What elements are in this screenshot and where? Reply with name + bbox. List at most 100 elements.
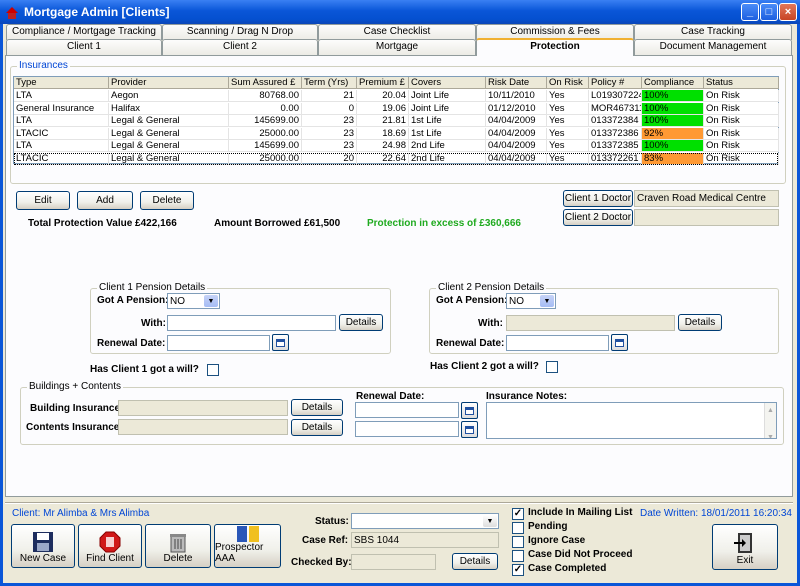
grid-header-cell[interactable]: Sum Assured £ (229, 77, 302, 89)
table-cell[interactable]: 013372386 (589, 127, 642, 140)
add-button[interactable]: Add (77, 191, 133, 210)
tab-scanning[interactable]: Scanning / Drag N Drop (162, 24, 318, 40)
client1-doctor-button[interactable]: Client 1 Doctor (563, 190, 633, 207)
case-option-checkbox[interactable]: ✓ (512, 508, 524, 520)
grid-header-cell[interactable]: Status (704, 77, 779, 89)
compliance-cell[interactable]: 100% (642, 90, 704, 102)
building-insurance-input[interactable] (118, 400, 288, 416)
table-cell[interactable]: General Insurance (14, 102, 109, 115)
table-cell[interactable]: Yes (547, 102, 589, 115)
table-cell[interactable]: LTA (14, 140, 109, 152)
calendar-icon[interactable] (461, 402, 478, 419)
client2-pension-details-button[interactable]: Details (678, 314, 722, 331)
table-cell[interactable]: 18.69 (357, 127, 409, 140)
client2-doctor-button[interactable]: Client 2 Doctor (563, 209, 633, 226)
exit-button[interactable]: Exit (712, 524, 778, 570)
table-cell[interactable]: 2nd Life (409, 140, 486, 152)
checked-by-field[interactable] (351, 554, 436, 570)
prospector-button[interactable]: Prospector AAA (214, 524, 281, 568)
minimize-button[interactable]: _ (741, 3, 759, 21)
checked-by-details-button[interactable]: Details (452, 553, 498, 570)
table-cell[interactable]: 0.00 (229, 102, 302, 115)
table-cell[interactable]: 145699.00 (229, 115, 302, 127)
grid-header-cell[interactable]: Term (Yrs) (302, 77, 357, 89)
table-cell[interactable]: 1st Life (409, 115, 486, 127)
tab-document-management[interactable]: Document Management (634, 39, 792, 55)
new-case-button[interactable]: New Case (11, 524, 75, 568)
contents-insurance-input[interactable] (118, 419, 288, 435)
delete-insurance-button[interactable]: Delete (140, 191, 194, 210)
client2-renewal-input[interactable] (506, 335, 609, 351)
edit-button[interactable]: Edit (16, 191, 70, 210)
client1-renewal-input[interactable] (167, 335, 270, 351)
maximize-button[interactable]: □ (760, 3, 778, 21)
status-select[interactable]: ▼ (351, 513, 499, 529)
table-cell[interactable]: 22.64 (357, 152, 409, 165)
calendar-icon[interactable] (611, 334, 628, 351)
table-cell[interactable]: Legal & General (109, 127, 229, 140)
client1-will-checkbox[interactable] (207, 364, 219, 376)
table-cell[interactable]: 04/04/2009 (486, 115, 547, 127)
table-cell[interactable]: 10/11/2010 (486, 90, 547, 102)
table-cell[interactable]: Legal & General (109, 115, 229, 127)
building-details-button[interactable]: Details (291, 399, 343, 416)
table-cell[interactable]: 20 (302, 152, 357, 165)
building-renewal-input[interactable] (355, 402, 459, 418)
grid-header-cell[interactable]: Type (14, 77, 109, 89)
table-cell[interactable]: Aegon (109, 90, 229, 102)
insurances-grid[interactable]: Type Provider Sum Assured £ Term (Yrs) Premi… (13, 76, 779, 165)
contents-renewal-input[interactable] (355, 421, 459, 437)
table-cell[interactable]: 013372384 (589, 115, 642, 127)
client1-with-input[interactable] (167, 315, 336, 331)
table-cell[interactable]: 013372385 (589, 140, 642, 152)
tab-client1[interactable]: Client 1 (6, 39, 162, 55)
case-option-checkbox[interactable] (512, 522, 524, 534)
table-cell[interactable]: On Risk (704, 127, 779, 140)
table-cell[interactable]: 80768.00 (229, 90, 302, 102)
grid-header-cell[interactable]: Compliance (642, 77, 704, 89)
contents-details-button[interactable]: Details (291, 419, 343, 436)
table-cell[interactable]: 25000.00 (229, 127, 302, 140)
table-cell[interactable]: 04/04/2009 (486, 127, 547, 140)
table-cell[interactable]: Yes (547, 152, 589, 165)
table-cell[interactable]: Halifax (109, 102, 229, 115)
table-cell[interactable]: 24.98 (357, 140, 409, 152)
client2-with-input[interactable] (506, 315, 675, 331)
table-cell[interactable]: Legal & General (109, 152, 229, 165)
compliance-cell[interactable]: 100% (642, 102, 704, 115)
client1-pension-details-button[interactable]: Details (339, 314, 383, 331)
case-option-checkbox[interactable] (512, 536, 524, 548)
table-cell[interactable]: On Risk (704, 115, 779, 127)
table-cell[interactable]: 04/04/2009 (486, 140, 547, 152)
table-cell[interactable]: Yes (547, 90, 589, 102)
table-cell[interactable]: MOR467311 (589, 102, 642, 115)
table-cell[interactable]: Yes (547, 140, 589, 152)
table-cell[interactable]: 21.81 (357, 115, 409, 127)
table-cell[interactable]: LTACIC (14, 152, 109, 165)
client2-will-checkbox[interactable] (546, 361, 558, 373)
table-cell[interactable]: Yes (547, 115, 589, 127)
table-cell[interactable]: L019307224 (589, 90, 642, 102)
client2-got-pension-select[interactable]: NO ▼ (506, 293, 556, 309)
table-cell[interactable]: 04/04/2009 (486, 152, 547, 165)
table-cell[interactable]: 19.06 (357, 102, 409, 115)
grid-header-cell[interactable]: Risk Date (486, 77, 547, 89)
table-cell[interactable]: 0 (302, 102, 357, 115)
case-ref-field[interactable]: SBS 1044 (351, 532, 499, 548)
close-button[interactable]: × (779, 3, 797, 21)
case-option-checkbox[interactable]: ✓ (512, 564, 524, 576)
compliance-cell[interactable]: 100% (642, 115, 704, 127)
grid-header-cell[interactable]: On Risk (547, 77, 589, 89)
case-option-checkbox[interactable] (512, 550, 524, 562)
client2-doctor-field[interactable] (634, 209, 779, 226)
compliance-cell[interactable]: 100% (642, 140, 704, 152)
table-cell[interactable]: LTA (14, 90, 109, 102)
tab-case-checklist[interactable]: Case Checklist (318, 24, 476, 40)
calendar-icon[interactable] (272, 334, 289, 351)
tab-client2[interactable]: Client 2 (162, 39, 318, 55)
table-cell[interactable]: 23 (302, 115, 357, 127)
compliance-cell[interactable]: 83% (642, 152, 704, 165)
table-cell[interactable]: 1st Life (409, 127, 486, 140)
scrollbar[interactable]: ▲ ▼ (764, 403, 776, 438)
table-cell[interactable]: LTA (14, 115, 109, 127)
